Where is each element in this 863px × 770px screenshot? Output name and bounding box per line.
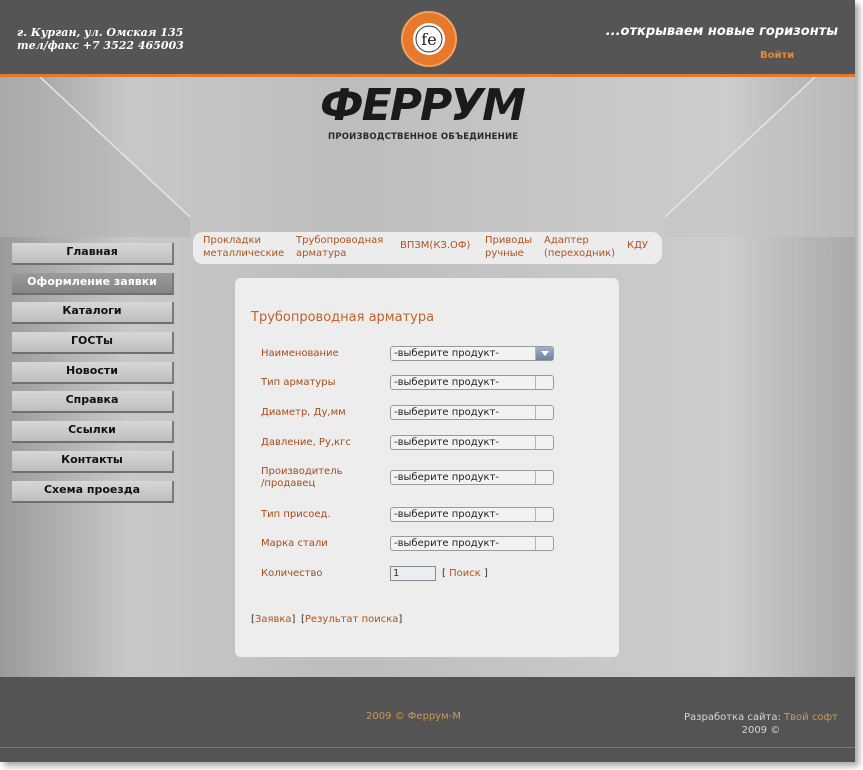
field-label-fitting-type: Тип арматуры — [261, 377, 336, 388]
nav-item-label: ручные — [485, 247, 524, 259]
dropdown-button[interactable] — [535, 537, 553, 550]
search-link-wrap: [ Поиск ] — [442, 568, 488, 579]
select-value: -выберите продукт- — [394, 437, 500, 448]
developer-prefix: Разработка сайта: — [684, 712, 781, 723]
company-logo-icon[interactable]: fe — [400, 10, 458, 68]
footer-divider — [0, 747, 855, 748]
field-label-steel-grade: Марка стали — [261, 538, 328, 549]
brand-name: ФЕРРУМ — [320, 80, 526, 131]
label-line: Производитель — [261, 466, 343, 477]
select-value: -выберите продукт- — [394, 472, 500, 483]
nav-item-label: КДУ — [627, 240, 649, 251]
select-value: -выберите продукт- — [394, 377, 500, 388]
sidebar-item-order[interactable]: Оформление заявки — [12, 272, 174, 295]
decorative-diagonal-left — [0, 77, 190, 237]
sidebar-item-help[interactable]: Справка — [12, 391, 174, 414]
chevron-down-icon[interactable] — [535, 347, 553, 360]
field-label-diameter: Диаметр, Ду,мм — [261, 407, 346, 418]
page-frame: г. Курган, ул. Омская 135 тел/факс +7 35… — [0, 0, 855, 762]
product-nav-bar: Прокладки металлические Трубопроводная а… — [193, 232, 662, 264]
field-label-quantity: Количество — [261, 568, 323, 579]
phone-line: тел/факс +7 3522 465003 — [17, 39, 184, 52]
brand-subtitle: ПРОИЗВОДСТВЕННОЕ ОБЪЕДИНЕНИЕ — [328, 132, 519, 142]
dropdown-button[interactable] — [535, 508, 553, 521]
pressure-select[interactable]: -выберите продукт- — [390, 435, 554, 450]
nav-item-label: металлические — [203, 247, 285, 259]
dropdown-button[interactable] — [535, 471, 553, 484]
sidebar-item-contacts[interactable]: Контакты — [12, 450, 174, 473]
logo-letters: fe — [421, 30, 436, 49]
sidebar-item-gosts[interactable]: ГОСТы — [12, 332, 174, 355]
select-value: -выберите продукт- — [394, 538, 500, 549]
field-label-pressure: Давление, Ру,кгс — [261, 437, 351, 448]
label-line: /продавец — [261, 478, 316, 489]
select-value: -выберите продукт- — [394, 509, 500, 520]
field-label-name: Наименование — [261, 348, 339, 359]
results-link-wrap: [Результат поиска] — [301, 614, 403, 625]
nav-item-label: ВПЗМ(КЗ.ОФ) — [400, 240, 471, 251]
developer-year: 2009 © — [741, 725, 781, 736]
nav-item-manual-drives[interactable]: Приводы ручные — [485, 235, 532, 260]
nav-item-label: Адаптер — [544, 235, 589, 246]
sidebar-item-home[interactable]: Главная — [12, 243, 174, 265]
nav-item-vpzm[interactable]: ВПЗМ(КЗ.ОФ) — [400, 240, 470, 253]
copyright: 2009 © Феррум-М — [366, 711, 461, 722]
sidebar-item-news[interactable]: Новости — [12, 361, 174, 384]
nav-item-label: арматура — [296, 247, 347, 259]
form-title: Трубопроводная арматура — [251, 310, 435, 325]
sidebar-item-catalogs[interactable]: Каталоги — [12, 302, 174, 325]
nav-item-label: (переходник) — [544, 247, 616, 259]
order-link[interactable]: Заявка — [255, 614, 292, 625]
results-link[interactable]: Результат поиска — [305, 614, 398, 625]
select-value: -выберите продукт- — [394, 407, 500, 418]
name-select[interactable]: -выберите продукт- — [390, 346, 554, 361]
login-link[interactable]: Войти — [760, 50, 794, 61]
nav-item-kdu[interactable]: КДУ — [627, 240, 648, 253]
address-line: г. Курган, ул. Омская 135 — [17, 26, 184, 39]
dropdown-button[interactable] — [535, 376, 553, 389]
field-label-manufacturer: Производитель /продавец — [261, 466, 343, 490]
nav-item-adapter[interactable]: Адаптер (переходник) — [544, 235, 615, 260]
quantity-input[interactable]: 1 — [390, 566, 436, 581]
diameter-select[interactable]: -выберите продукт- — [390, 405, 554, 420]
field-label-connection-type: Тип присоед. — [261, 509, 331, 520]
manufacturer-select[interactable]: -выберите продукт- — [390, 470, 554, 485]
nav-item-label: Трубопроводная — [296, 235, 384, 246]
sidebar-item-links[interactable]: Ссылки — [12, 421, 174, 444]
nav-item-pipeline-fittings[interactable]: Трубопроводная арматура — [296, 235, 383, 260]
select-value: -выберите продукт- — [394, 348, 500, 359]
nav-item-label: Прокладки — [203, 235, 261, 246]
search-link[interactable]: Поиск — [449, 568, 481, 579]
nav-item-label: Приводы — [485, 235, 533, 246]
search-form-panel: Трубопроводная арматура Наименование -вы… — [235, 278, 619, 657]
dropdown-button[interactable] — [535, 406, 553, 419]
sidebar-item-map[interactable]: Схема проезда — [12, 480, 174, 503]
brand-logo[interactable]: ФЕРРУМ ПРОИЗВОДСТВЕННОЕ ОБЪЕДИНЕНИЕ — [320, 84, 535, 146]
order-link-wrap: [Заявка] — [251, 614, 296, 625]
sidebar-menu: Главная Оформление заявки Каталоги ГОСТы… — [12, 243, 174, 510]
decorative-diagonal-right — [665, 77, 855, 237]
steel-grade-select[interactable]: -выберите продукт- — [390, 536, 554, 551]
fitting-type-select[interactable]: -выберите продукт- — [390, 375, 554, 390]
dropdown-button[interactable] — [535, 436, 553, 449]
contact-info: г. Курган, ул. Омская 135 тел/факс +7 35… — [17, 26, 184, 52]
developer-link[interactable]: Твой софт — [784, 712, 838, 723]
nav-item-gaskets[interactable]: Прокладки металлические — [203, 235, 284, 260]
developer-credit: Разработка сайта: Твой софт 2009 © — [684, 711, 838, 737]
slogan: ...открываем новые горизонты — [605, 24, 838, 39]
header-accent-stripe — [0, 74, 855, 77]
connection-type-select[interactable]: -выберите продукт- — [390, 507, 554, 522]
